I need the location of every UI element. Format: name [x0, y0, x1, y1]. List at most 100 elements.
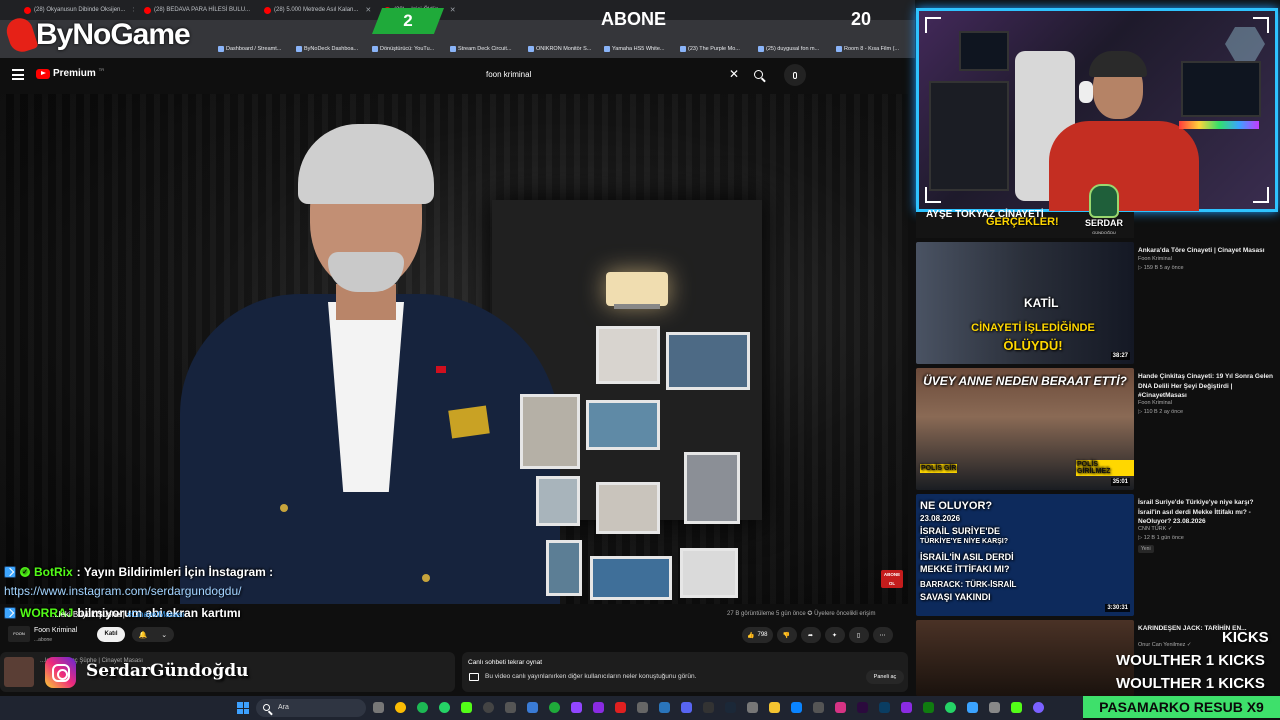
folder-icon[interactable]	[769, 702, 780, 713]
more-actions-button[interactable]: ⋯	[872, 627, 893, 643]
whatsapp-icon[interactable]	[439, 702, 450, 713]
recommendation-thumbnail	[916, 620, 1134, 696]
board-photo	[586, 400, 660, 450]
bookmark-item[interactable]: ByNoDeck Dashboa...	[296, 46, 358, 52]
channel-name[interactable]: Foon Kriminal	[34, 627, 77, 634]
jacket-button	[280, 504, 288, 512]
bookmark-favicon-icon	[836, 46, 842, 52]
thumbs-up-icon: 👍	[747, 632, 755, 639]
menu-icon[interactable]	[12, 69, 24, 80]
sub-goal-target: 20	[851, 9, 872, 29]
bookmark-item[interactable]: ONIKRON Monitör S...	[528, 46, 591, 52]
share-button[interactable]: ➦	[800, 627, 821, 643]
chat-text: : Yayın Bildirimleri İçin İnstagram :	[76, 565, 274, 579]
recommendation-thumbnail: ÜVEY ANNE NEDEN BERAAT ETTİ? POLİS GİRİL…	[916, 368, 1134, 490]
app-icon[interactable]	[747, 702, 758, 713]
bynogame-mark-icon	[3, 14, 39, 56]
app-icon[interactable]	[483, 702, 494, 713]
search-button[interactable]	[744, 63, 772, 85]
ask-button[interactable]: ✦	[824, 627, 845, 643]
dislike-button[interactable]: 👎	[776, 627, 797, 643]
app-icon[interactable]	[791, 702, 802, 713]
voice-search-button[interactable]	[784, 64, 806, 86]
app-icon[interactable]	[1033, 702, 1044, 713]
save-button[interactable]: ▯	[848, 627, 869, 643]
video-title: ...leki Büyük Şüphe | #CinayetMasası	[52, 610, 185, 619]
discord-icon[interactable]	[681, 702, 692, 713]
subscribed-button[interactable]: 🔔 ⌄	[132, 627, 174, 642]
channel-row: FOON Foon Kriminal ...abone Katıl 🔔 ⌄ 👍 79…	[0, 622, 915, 648]
hashtag-link[interactable]: #CinayetMasası	[127, 610, 184, 619]
app-icon[interactable]	[1011, 702, 1022, 713]
taskview-icon[interactable]	[373, 702, 384, 713]
instagram-handle: SerdarGündoğdu	[86, 661, 249, 681]
bookmark-item[interactable]: Stream Deck Circuit...	[450, 46, 511, 52]
app-icon[interactable]	[659, 702, 670, 713]
close-tab-icon[interactable]: ✕	[365, 6, 371, 14]
browser-tab[interactable]: (28) 5.000 Metrede Asıl Kalan... ✕	[264, 4, 374, 16]
bookmark-item[interactable]: (25) duygusal fon m...	[758, 46, 819, 52]
windows-start-icon[interactable]	[237, 702, 249, 714]
search-bar: ✕	[477, 63, 772, 85]
app-icon[interactable]	[945, 702, 956, 713]
frame-corner	[1253, 17, 1269, 33]
kicks-alert: KICKS	[1222, 629, 1269, 646]
app-icon[interactable]	[901, 702, 912, 713]
youtube-logo[interactable]: Premium TR	[36, 67, 104, 79]
app-icon[interactable]	[813, 702, 824, 713]
instagram-glyph	[51, 663, 70, 682]
video-subscribe-badge[interactable]: ABONE OL	[881, 570, 903, 588]
app-icon[interactable]	[989, 702, 1000, 713]
taskbar-search[interactable]: Ara	[256, 699, 366, 717]
recommendation-item[interactable]: ÜVEY ANNE NEDEN BERAAT ETTİ? POLİS GİRİL…	[916, 368, 1280, 490]
app-icon[interactable]	[967, 702, 978, 713]
bookmark-item[interactable]: Yamaha HS5 White...	[604, 46, 664, 52]
sub-goal-bar: 2 ABONE 20	[372, 8, 915, 34]
share-icon: ➦	[807, 632, 814, 639]
app-icon[interactable]	[835, 702, 846, 713]
channel-subscribers: ...abone	[34, 637, 53, 643]
app-icon[interactable]	[637, 702, 648, 713]
search-input[interactable]	[477, 63, 724, 85]
video-presenter	[160, 124, 560, 604]
bookmark-item[interactable]: (23) The Purple Mo...	[680, 46, 740, 52]
channel-avatar[interactable]: FOON	[8, 626, 30, 642]
sub-goal-current: 2	[372, 8, 444, 34]
steam-icon[interactable]	[725, 702, 736, 713]
video-player[interactable]	[0, 94, 908, 604]
recommendation-channel: CNN TÜRK ✓	[1138, 526, 1173, 532]
like-button[interactable]: 👍 798	[742, 627, 773, 643]
browser-tab[interactable]: (28) BEDAVA PARA HİLESİ BULU...✕	[144, 4, 254, 16]
kick-app-icon[interactable]	[461, 702, 472, 713]
join-button[interactable]: Katıl	[97, 627, 125, 642]
bookmark-item[interactable]: Dönüştürücü: YouTu...	[372, 46, 434, 52]
bookmark-item[interactable]: Room 8 - Kısa Film (...	[836, 46, 899, 52]
bookmark-favicon-icon	[218, 46, 224, 52]
board-photo	[520, 394, 580, 469]
recommendation-title: İsrail Suriye'de Türkiye'ye niye karşı? …	[1138, 499, 1254, 525]
recommendation-item[interactable]: NE OLUYOR? 23.08.2026 İSRAİL SURİYE'DE T…	[916, 494, 1280, 616]
sparkle-icon: ✦	[831, 632, 838, 639]
app-icon[interactable]	[549, 702, 560, 713]
spotify-icon[interactable]	[417, 702, 428, 713]
twitch-icon[interactable]	[571, 702, 582, 713]
app-icon[interactable]	[505, 702, 516, 713]
close-tab-icon[interactable]: ✕	[132, 6, 134, 14]
app-icon[interactable]	[879, 702, 890, 713]
bookmark-item[interactable]: Dashboard / Streamt...	[218, 46, 281, 52]
sub-goal-label: ABONE	[601, 9, 667, 29]
clear-search-icon[interactable]: ✕	[724, 67, 744, 81]
app-icon[interactable]	[527, 702, 538, 713]
browser-tab[interactable]: (28) Okyanusun Dibinde Oksijen...✕	[24, 4, 134, 16]
app-icon[interactable]	[593, 702, 604, 713]
chat-link[interactable]: https://www.instagram.com/serdargundogdu…	[4, 584, 241, 598]
chrome-icon[interactable]	[395, 702, 406, 713]
recommendation-item[interactable]: KATİL CİNAYETİ İŞLEDİĞİNDE ÖLÜYDÜ! 38:27…	[916, 242, 1280, 364]
board-photo	[680, 548, 738, 598]
premiere-icon[interactable]	[857, 702, 868, 713]
xbox-icon[interactable]	[923, 702, 934, 713]
app-icon[interactable]	[615, 702, 626, 713]
open-panel-button[interactable]: Paneli aç	[866, 670, 904, 684]
app-icon[interactable]	[703, 702, 714, 713]
desk-lamp-base	[614, 304, 660, 309]
